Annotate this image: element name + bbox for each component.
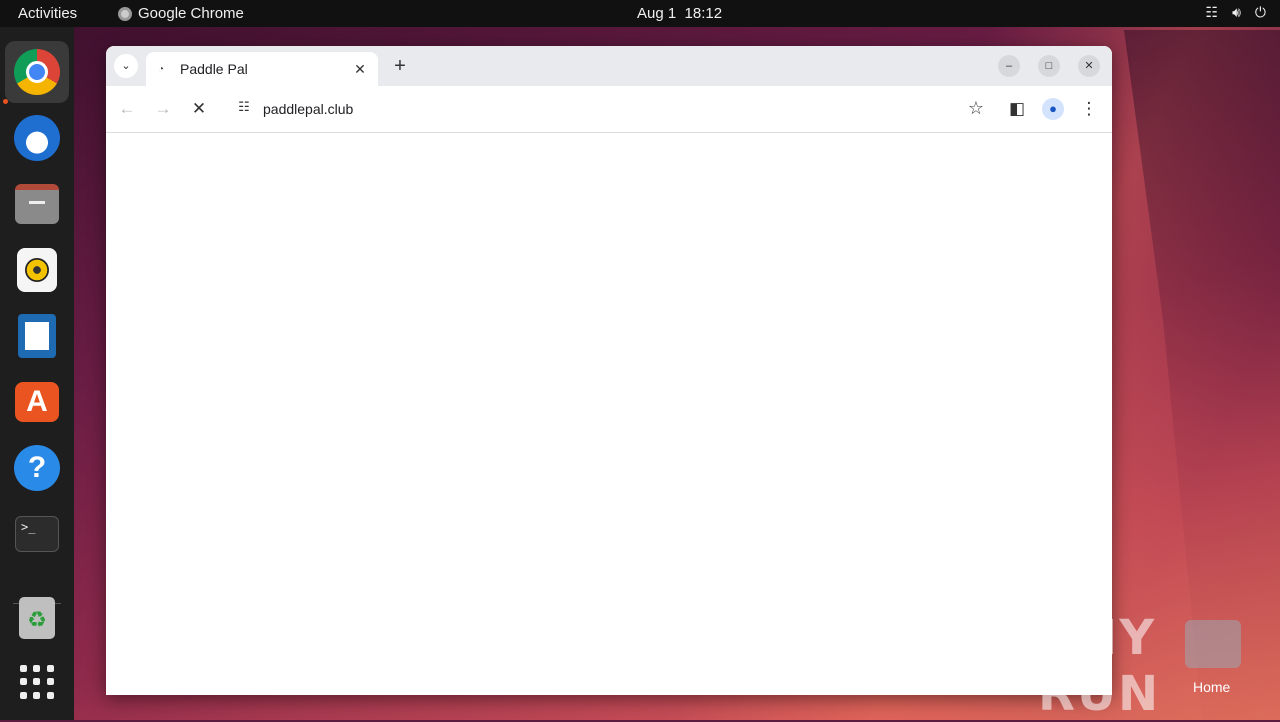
close-icon: ✕	[1084, 60, 1094, 72]
app-menu-label: Google Chrome	[138, 5, 244, 22]
files-icon	[15, 184, 59, 224]
activities-button[interactable]: Activities	[18, 5, 77, 22]
clock[interactable]: Aug 1 18:12	[637, 5, 722, 22]
chrome-icon	[14, 49, 60, 95]
dock-item-files[interactable]	[5, 173, 69, 235]
dock-item-help[interactable]: ?	[5, 437, 69, 499]
more-vertical-icon: ⋮	[1080, 99, 1098, 118]
dock-item-thunderbird[interactable]	[5, 107, 69, 169]
bookmark-star-icon[interactable]: ☆	[968, 98, 984, 119]
top-bar: Activities Google Chrome Aug 1 18:12 ☷ 🔊…	[0, 0, 1280, 27]
rhythmbox-icon	[17, 248, 57, 292]
person-icon: ●	[1049, 101, 1057, 116]
minimize-icon: –	[1005, 60, 1013, 72]
new-tab-button[interactable]: +	[388, 54, 412, 78]
dock-item-software[interactable]: A	[5, 371, 69, 433]
clock-time: 18:12	[684, 5, 723, 22]
loading-icon: ◔	[158, 63, 165, 75]
dock: A ? >_ ♻	[0, 27, 74, 720]
tab-active[interactable]: ◔ Paddle Pal ✕	[146, 52, 378, 86]
chrome-small-icon	[118, 6, 132, 21]
maximize-button[interactable]: □	[1038, 55, 1060, 77]
tab-strip: ⌄ ◔ Paddle Pal ✕ + – □ ✕	[106, 46, 1112, 86]
page-content	[106, 133, 1112, 695]
dock-item-terminal[interactable]: >_	[5, 503, 69, 565]
address-bar[interactable]: ☷ paddlepal.club ☆	[226, 92, 992, 126]
forward-button[interactable]: →	[152, 98, 174, 120]
site-info-icon[interactable]: ☷	[234, 99, 254, 115]
help-icon: ?	[14, 445, 60, 491]
minimize-button[interactable]: –	[998, 55, 1020, 77]
network-icon: ☷	[1205, 4, 1219, 20]
home-folder-label: Home	[1193, 679, 1231, 695]
plus-icon: +	[394, 55, 406, 77]
dock-item-show-apps[interactable]	[5, 651, 69, 713]
tab-search-button[interactable]: ⌄	[114, 54, 138, 78]
browser-window: ⌄ ◔ Paddle Pal ✕ + – □ ✕ ← → ✕ ☷ paddlep…	[106, 46, 1112, 695]
side-panel-button[interactable]: ◧	[1006, 98, 1028, 120]
profile-button[interactable]: ●	[1042, 98, 1064, 120]
dock-item-writer[interactable]	[5, 305, 69, 367]
dock-item-rhythmbox[interactable]	[5, 239, 69, 301]
clock-date: Aug 1	[637, 5, 677, 22]
close-window-button[interactable]: ✕	[1078, 55, 1100, 77]
power-icon: ⏻	[1254, 4, 1266, 20]
software-icon: A	[15, 382, 59, 422]
menu-button[interactable]: ⋮	[1078, 98, 1100, 120]
maximize-icon: □	[1045, 60, 1053, 72]
chevron-down-icon: ⌄	[121, 60, 131, 72]
arrow-left-icon: ←	[118, 99, 136, 118]
dock-item-chrome[interactable]	[5, 41, 69, 103]
stop-button[interactable]: ✕	[188, 98, 210, 120]
app-menu[interactable]: Google Chrome	[118, 5, 244, 22]
stop-icon: ✕	[191, 99, 207, 118]
thunderbird-icon	[14, 115, 60, 161]
app-grid-icon	[20, 665, 54, 699]
dock-item-trash[interactable]: ♻	[5, 587, 69, 649]
writer-icon	[18, 314, 56, 358]
terminal-icon: >_	[15, 516, 59, 552]
tab-title: Paddle Pal	[180, 61, 248, 77]
home-folder-icon[interactable]	[1185, 620, 1241, 668]
watermark: ANY RUN	[1038, 610, 1161, 722]
system-tray[interactable]: ☷ 🔊︎ ⏻	[1206, 4, 1266, 21]
side-panel-icon: ◧	[1008, 99, 1026, 118]
tab-close-button[interactable]: ✕	[352, 61, 368, 78]
trash-icon: ♻	[19, 597, 55, 639]
arrow-right-icon: →	[154, 99, 172, 118]
browser-toolbar: ← → ✕ ☷ paddlepal.club ☆ ◧ ● ⋮	[106, 86, 1112, 133]
back-button[interactable]: ←	[116, 98, 138, 120]
url-text: paddlepal.club	[263, 101, 354, 117]
volume-icon: 🔊︎	[1232, 4, 1241, 20]
